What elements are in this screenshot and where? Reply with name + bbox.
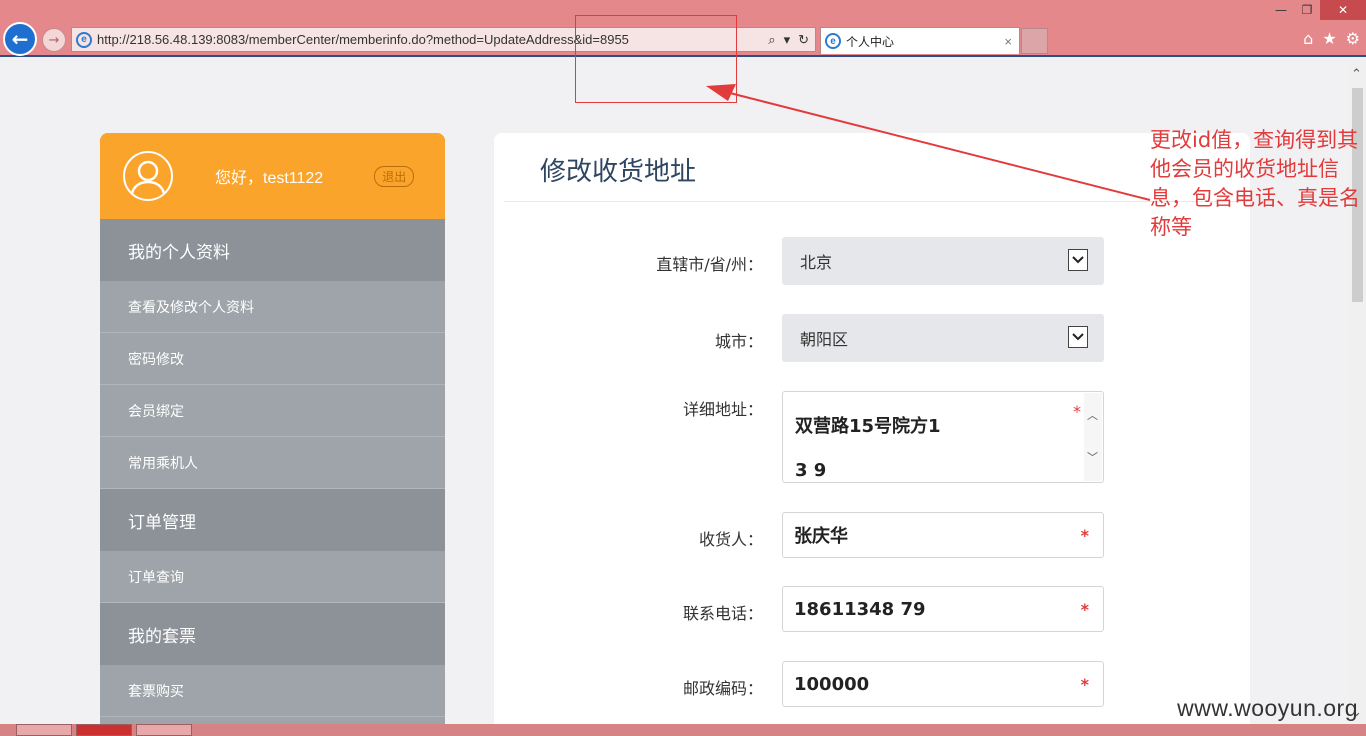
address-line-1: 双营路15号院方1 <box>795 416 941 437</box>
required-mark: * <box>1080 599 1089 619</box>
restore-icon[interactable]: ❐ <box>1294 0 1320 20</box>
dropdown-icon[interactable]: ▾ <box>784 32 791 48</box>
title-divider <box>504 201 1250 202</box>
ie-icon: e <box>76 31 92 48</box>
sidebar-section-orders[interactable]: 订单管理 <box>100 489 445 551</box>
city-value: 朝阳区 <box>800 330 849 349</box>
required-mark: * <box>1080 525 1089 545</box>
sidebar-section-profile[interactable]: 我的个人资料 <box>100 219 445 281</box>
receiver-input[interactable]: 张庆华 * <box>782 512 1104 558</box>
address-form-panel: 修改收货地址 直辖市/省/州： 北京 城市： 朝阳区 详细地址： 双营路15号院… <box>494 133 1250 724</box>
minimize-icon[interactable]: — <box>1268 0 1294 20</box>
home-icon[interactable]: ⌂ <box>1303 29 1313 48</box>
chevron-down-icon[interactable]: ﹀ <box>1087 449 1098 465</box>
sidebar-item-frequent-passengers[interactable]: 常用乘机人 <box>100 437 445 489</box>
forward-button[interactable]: → <box>42 28 66 52</box>
tab-close-icon[interactable]: × <box>1004 34 1012 49</box>
chevron-up-icon[interactable]: ︿ <box>1087 407 1098 423</box>
zip-label: 邮政编码： <box>682 679 763 698</box>
window-controls: — ❐ ✕ <box>1268 0 1366 20</box>
sidebar-item-change-password[interactable]: 密码修改 <box>100 333 445 385</box>
forward-arrow-icon: → <box>48 32 60 48</box>
address-label: 详细地址： <box>682 400 763 419</box>
taskbar-item[interactable] <box>16 724 72 736</box>
phone-input[interactable]: 18611348 79 * <box>782 586 1104 632</box>
favorites-icon[interactable]: ★ <box>1322 29 1336 48</box>
taskbar-item[interactable] <box>76 724 132 736</box>
sidebar-item-member-binding[interactable]: 会员绑定 <box>100 385 445 437</box>
page-title: 修改收货地址 <box>540 157 697 187</box>
new-tab-button[interactable] <box>1021 28 1048 54</box>
member-sidebar: 您好，test1122 退出 我的个人资料 查看及修改个人资料 密码修改 会员绑… <box>100 133 445 724</box>
annotation-text: 更改id值，查询得到其他会员的收货地址信息，包含电话、真是名称等 <box>1150 128 1360 239</box>
watermark: www.wooyun.org <box>1177 695 1358 721</box>
highlight-box <box>575 15 737 103</box>
avatar-icon <box>123 151 173 201</box>
city-select[interactable]: 朝阳区 <box>782 314 1104 362</box>
search-icon[interactable]: ⌕ <box>768 32 775 48</box>
refresh-icon[interactable]: ↻ <box>798 32 809 48</box>
required-mark: * <box>1073 402 1081 421</box>
taskbar-item[interactable] <box>136 724 192 736</box>
tab-title: 个人中心 <box>846 34 895 49</box>
browser-tab[interactable]: e 个人中心 × <box>820 27 1020 54</box>
phone-label: 联系电话： <box>682 604 763 623</box>
address-line-2: 3 9 <box>795 460 827 481</box>
province-label: 直辖市/省/州： <box>656 255 763 274</box>
province-value: 北京 <box>800 253 833 272</box>
textarea-scrollbar[interactable]: ︿ ﹀ <box>1084 393 1102 481</box>
sidebar-item-package-purchase[interactable]: 套票购买 <box>100 665 445 717</box>
taskbar <box>0 724 1366 736</box>
receiver-label: 收货人： <box>698 530 763 549</box>
zip-value: 100000 <box>794 673 870 695</box>
greeting-text: 您好，test1122 <box>215 170 324 187</box>
logout-button[interactable]: 退出 <box>374 165 415 187</box>
settings-icon[interactable]: ⚙ <box>1346 29 1360 48</box>
receiver-value: 张庆华 <box>794 526 848 547</box>
scroll-up-icon[interactable]: ⌃ <box>1351 67 1362 82</box>
sidebar-item-order-query[interactable]: 订单查询 <box>100 551 445 603</box>
window-close-icon[interactable]: ✕ <box>1320 0 1366 20</box>
city-label: 城市： <box>714 332 763 351</box>
address-textarea[interactable]: 双营路15号院方1 3 9 * ︿ ﹀ <box>782 391 1104 483</box>
sidebar-section-packages[interactable]: 我的套票 <box>100 603 445 665</box>
chevron-down-icon[interactable] <box>1068 326 1088 348</box>
browser-tools: ⌂ ★ ⚙ <box>1303 29 1360 48</box>
tab-ie-icon: e <box>825 33 841 49</box>
back-button[interactable]: ← <box>3 22 37 56</box>
zip-input[interactable]: 100000 * <box>782 661 1104 707</box>
sidebar-item-edit-profile[interactable]: 查看及修改个人资料 <box>100 281 445 333</box>
required-mark: * <box>1080 674 1089 694</box>
chevron-down-icon[interactable] <box>1068 249 1088 271</box>
sidebar-header: 您好，test1122 退出 <box>100 133 445 219</box>
phone-value: 18611348 79 <box>794 598 926 620</box>
province-select[interactable]: 北京 <box>782 237 1104 285</box>
back-arrow-icon: ← <box>11 27 29 51</box>
